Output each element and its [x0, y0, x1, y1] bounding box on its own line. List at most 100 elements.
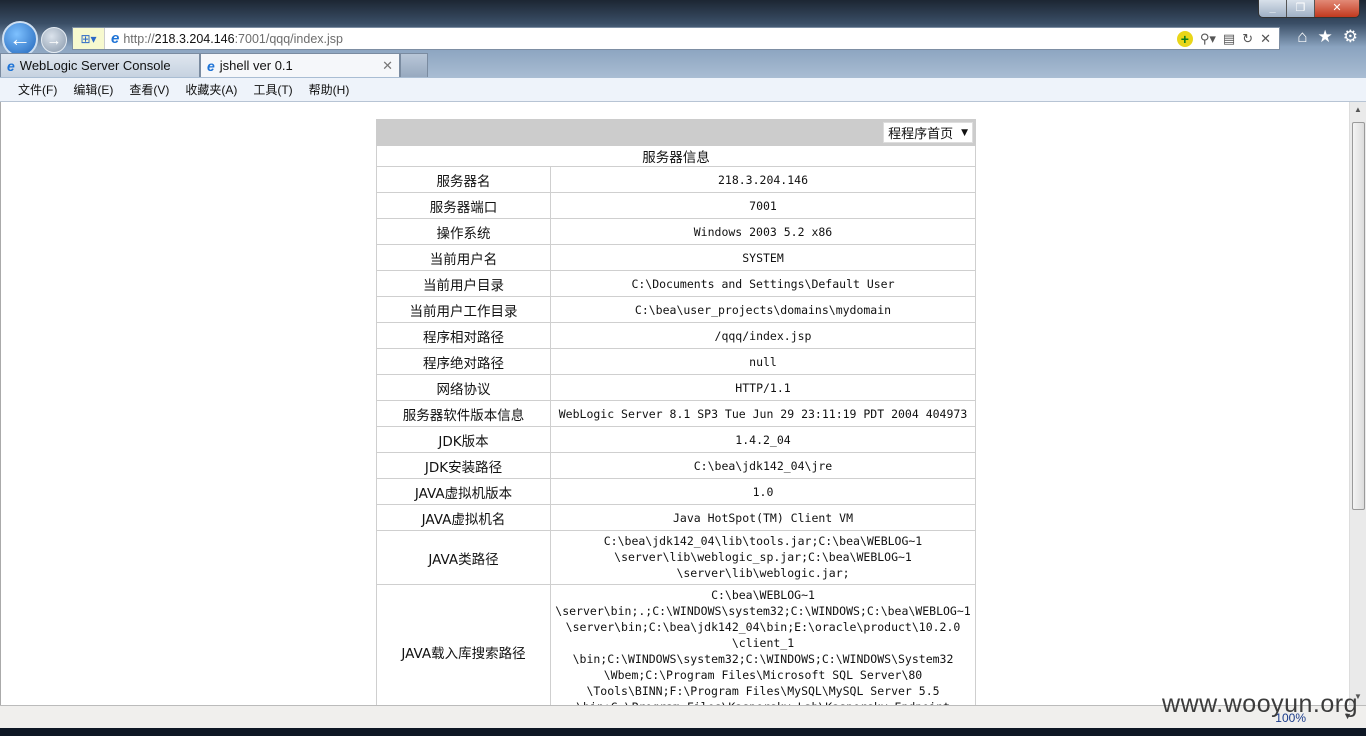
row-label: JDK版本: [376, 426, 551, 453]
chevron-down-icon: ▼: [961, 127, 968, 138]
home-icon[interactable]: ⌂: [1297, 27, 1307, 47]
url-text[interactable]: http://218.3.204.146:7001/qqq/index.jsp: [123, 32, 343, 46]
value-line: \server\lib\weblogic.jar;: [676, 566, 850, 580]
value-line: \server\lib\weblogic_sp.jar;C:\bea\WEBLO…: [614, 550, 912, 564]
value-line: \server\bin;C:\bea\jdk142_04\bin;E:\orac…: [565, 620, 961, 634]
table-row: 程序相对路径/qqq/index.jsp: [376, 322, 976, 349]
vertical-scrollbar[interactable]: ▲ ▼: [1349, 102, 1366, 705]
row-value: 218.3.204.146: [550, 166, 976, 193]
address-bar[interactable]: ⊞▾ e http://218.3.204.146:7001/qqq/index…: [72, 27, 1280, 50]
row-value: WebLogic Server 8.1 SP3 Tue Jun 29 23:11…: [550, 400, 976, 427]
value-line: \Wbem;C:\Program Files\Microsoft SQL Ser…: [603, 668, 923, 682]
table-title: 服务器信息: [376, 145, 976, 167]
row-value: C:\Documents and Settings\Default User: [550, 270, 976, 297]
ie-tab-icon: e: [207, 57, 215, 74]
row-label: JAVA类路径: [376, 530, 551, 585]
url-prefix: http://: [123, 31, 155, 46]
table-row: JAVA虚拟机版本 1.0: [376, 478, 976, 505]
row-label: 操作系统: [376, 218, 551, 245]
row-value: /qqq/index.jsp: [550, 322, 976, 349]
browser-chrome: _ ❐ ✕ ← → ⊞▾ e http://218.3.204.146:7001…: [0, 0, 1366, 78]
ie-tab-icon: e: [7, 57, 15, 74]
favorites-star-icon[interactable]: ★: [1318, 27, 1333, 47]
back-button[interactable]: ←: [2, 21, 38, 57]
menu-help[interactable]: 帮助(H): [309, 81, 350, 98]
window-controls: _ ❐ ✕: [1258, 0, 1360, 18]
value-line: C:\Documents and Settings\Default User: [631, 276, 895, 291]
page-content: 程程序首页 ▼ 服务器信息 服务器名 218.3.204.146 服务器端口 7001 操…: [0, 102, 1349, 705]
stop-icon[interactable]: ✕: [1260, 31, 1271, 47]
row-label: 当前用户目录: [376, 270, 551, 297]
table-row: JAVA载入库搜索路径 C:\bea\WEBLOG~1 \server\bin;.;…: [376, 584, 976, 705]
url-host: 218.3.204.146: [154, 31, 235, 46]
row-value: 7001: [550, 192, 976, 219]
menu-tools[interactable]: 工具(T): [253, 81, 292, 98]
value-line: SYSTEM: [742, 250, 784, 265]
table-row: JDK版本 1.4.2_04: [376, 426, 976, 453]
row-value: null: [550, 348, 976, 375]
table-header-row: 程程序首页 ▼: [376, 119, 976, 146]
search-icon[interactable]: ⚲▾: [1200, 31, 1216, 47]
compatibility-icon[interactable]: ⊞▾: [73, 28, 105, 49]
table-row: JAVA类路径 C:\bea\jdk142_04\lib\tools.jar;C:…: [376, 530, 976, 585]
value-line: null: [749, 354, 777, 369]
tab-label: jshell ver 0.1: [219, 58, 293, 73]
nav-select-value: 程程序首页: [888, 127, 954, 142]
watermark: www.wooyun.org: [1162, 690, 1358, 718]
compat-view-icon[interactable]: ▤: [1223, 31, 1235, 47]
value-line: C:\bea\WEBLOG~1: [711, 588, 815, 602]
table-row: 服务器端口 7001: [376, 192, 976, 219]
value-line: C:\bea\jdk142_04\jre: [693, 458, 833, 473]
table-row: 当前用户目录 C:\Documents and Settings\Default …: [376, 270, 976, 297]
addon-plus-icon[interactable]: +: [1176, 30, 1193, 47]
row-value: C:\bea\jdk142_04\lib\tools.jar;C:\bea\WE…: [550, 530, 976, 585]
nav-select[interactable]: 程程序首页 ▼: [883, 122, 973, 143]
forward-button[interactable]: →: [41, 27, 67, 53]
table-row: 服务器软件版本信息 WebLogic Server 8.1 SP3 Tue Jun…: [376, 400, 976, 427]
row-label: JAVA载入库搜索路径: [376, 584, 551, 705]
row-value: SYSTEM: [550, 244, 976, 271]
scrollbar-thumb[interactable]: [1352, 122, 1365, 510]
row-value: C:\bea\WEBLOG~1 \server\bin;.;C:\WINDOWS\…: [550, 584, 976, 705]
restore-button[interactable]: ❐: [1287, 0, 1315, 17]
value-line: \server\bin;.;C:\WINDOWS\system32;C:\WIN…: [555, 604, 971, 618]
menu-edit[interactable]: 编辑(E): [73, 81, 113, 98]
value-line: C:\bea\user_projects\domains\mydomain: [634, 302, 892, 317]
menu-bar: 文件(F) 编辑(E) 查看(V) 收藏夹(A) 工具(T) 帮助(H): [0, 78, 1366, 102]
url-path: :7001/qqq/index.jsp: [234, 31, 343, 46]
table-row: 服务器名 218.3.204.146: [376, 166, 976, 193]
new-tab-button[interactable]: [400, 53, 428, 77]
scroll-up-arrow[interactable]: ▲: [1350, 102, 1366, 118]
value-line: \client_1: [731, 636, 795, 650]
menu-file[interactable]: 文件(F): [18, 81, 57, 98]
close-window-button[interactable]: ✕: [1315, 0, 1359, 17]
value-line: \Tools\BINN;F:\Program Files\MySQL\MySQL…: [586, 684, 940, 698]
value-line: 7001: [749, 198, 777, 213]
tab-weblogic-console[interactable]: e WebLogic Server Console: [0, 53, 200, 77]
row-value: Java HotSpot(TM) Client VM: [550, 504, 976, 531]
refresh-icon[interactable]: ↻: [1242, 31, 1253, 47]
tab-label: WebLogic Server Console: [19, 58, 171, 73]
table-row: 当前用户名 SYSTEM: [376, 244, 976, 271]
value-line: HTTP/1.1: [735, 380, 791, 395]
row-label: JAVA虚拟机版本: [376, 478, 551, 505]
ie-page-icon: e: [111, 30, 120, 47]
minimize-button[interactable]: _: [1259, 0, 1287, 17]
menu-favorites[interactable]: 收藏夹(A): [185, 81, 237, 98]
row-value: 1.0: [550, 478, 976, 505]
row-label: 服务器端口: [376, 192, 551, 219]
row-value: C:\bea\user_projects\domains\mydomain: [550, 296, 976, 323]
row-label: 程序相对路径: [376, 322, 551, 349]
close-tab-icon[interactable]: ✕: [382, 58, 393, 74]
tab-bar: e WebLogic Server Console e jshell ver 0.1…: [0, 53, 428, 77]
menu-view[interactable]: 查看(V): [129, 81, 169, 98]
row-label: JAVA虚拟机名: [376, 504, 551, 531]
row-value: HTTP/1.1: [550, 374, 976, 401]
row-value: 1.4.2_04: [550, 426, 976, 453]
value-line: Java HotSpot(TM) Client VM: [672, 510, 853, 525]
table-row: 操作系统 Windows 2003 5.2 x86: [376, 218, 976, 245]
row-value: C:\bea\jdk142_04\jre: [550, 452, 976, 479]
tab-jshell[interactable]: e jshell ver 0.1 ✕: [200, 53, 400, 77]
gear-icon[interactable]: ⚙: [1343, 27, 1358, 47]
value-line: 1.0: [752, 484, 774, 499]
